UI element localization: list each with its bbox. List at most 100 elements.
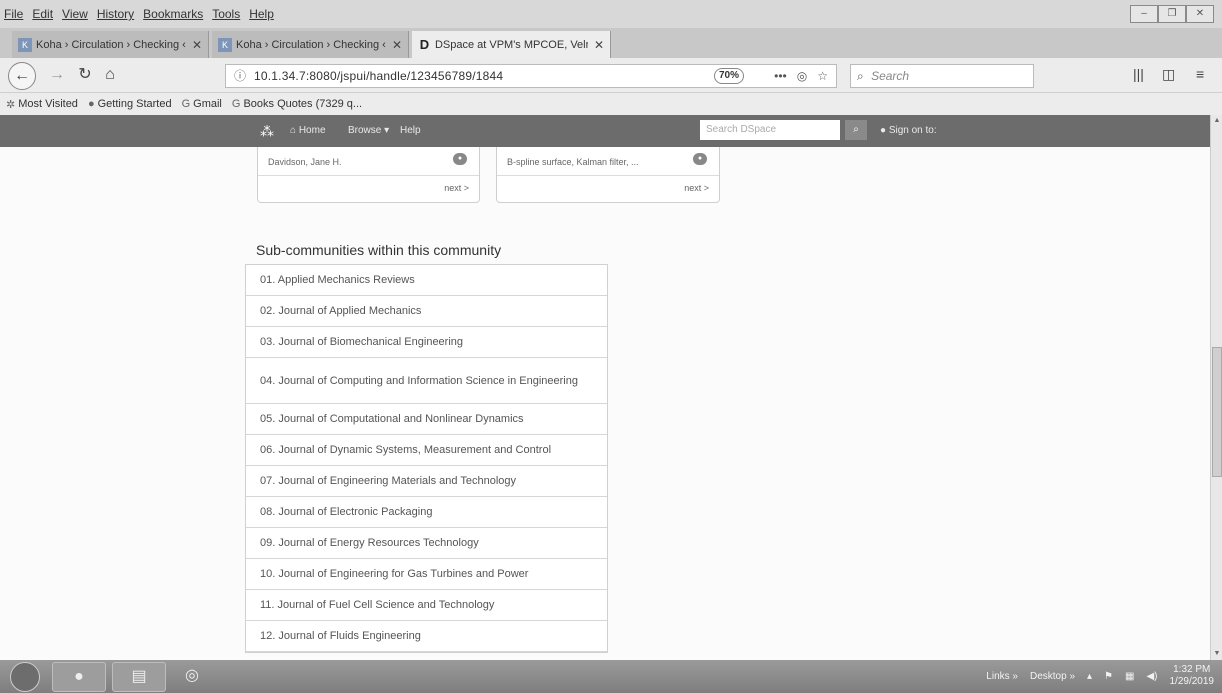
- tab-koha-1[interactable]: K Koha › Circulation › Checking ‹ ✕: [12, 31, 209, 58]
- subcommunity-item[interactable]: 04. Journal of Computing and Information…: [246, 358, 607, 404]
- browser-search-input[interactable]: ⌕ Search: [850, 64, 1034, 88]
- subject-card: B-spline surface, Kalman filter, ... ● n…: [496, 147, 720, 203]
- bookmark-label: Books Quotes (7329 q...: [243, 98, 363, 110]
- menu-help[interactable]: Help: [249, 7, 274, 21]
- subject-name[interactable]: B-spline surface, Kalman filter, ...: [507, 157, 639, 167]
- desktop-label: Desktop: [1029, 670, 1067, 682]
- menu-view[interactable]: View: [62, 7, 88, 21]
- tab-koha-2[interactable]: K Koha › Circulation › Checking ‹ ✕: [212, 31, 409, 58]
- page-actions-icon[interactable]: •••: [774, 65, 787, 87]
- minimize-button[interactable]: –: [1130, 5, 1158, 23]
- back-icon[interactable]: ←: [8, 62, 36, 90]
- list-item[interactable]: B-spline surface, Kalman filter, ... ●: [497, 147, 719, 176]
- koha-icon: K: [218, 37, 232, 52]
- subcommunity-item[interactable]: 03. Journal of Biomechanical Engineering: [246, 327, 607, 358]
- firefox-taskbar-button[interactable]: ●: [52, 662, 106, 692]
- scroll-down-icon[interactable]: ▼: [1211, 648, 1222, 660]
- url-text[interactable]: 10.1.34.7:8080/jspui/handle/123456789/18…: [254, 65, 503, 87]
- menu-bookmarks[interactable]: Bookmarks: [143, 7, 203, 21]
- page-content: Davidson, Jane H. ● next > B-spline surf…: [0, 147, 1210, 660]
- bookmark-most-visited[interactable]: ✲ Most Visited: [6, 98, 78, 111]
- chevron-right-icon: »: [1012, 670, 1018, 682]
- dspace-icon: D: [419, 36, 430, 52]
- bookmark-getting-started[interactable]: ● Getting Started: [88, 98, 172, 110]
- subcommunity-item[interactable]: 11. Journal of Fuel Cell Science and Tec…: [246, 590, 607, 621]
- volume-icon[interactable]: ◀): [1146, 671, 1157, 682]
- desktop-toolbar[interactable]: Desktop »: [1030, 671, 1075, 682]
- gear-icon: ✲: [6, 98, 16, 111]
- user-icon: ●: [880, 125, 887, 136]
- search-placeholder: Search: [871, 69, 910, 83]
- dspace-search-input[interactable]: Search DSpace: [700, 120, 840, 140]
- firefox-icon: ●: [87, 98, 95, 110]
- scroll-thumb[interactable]: [1212, 347, 1222, 477]
- menu-history[interactable]: History: [97, 7, 134, 21]
- address-bar[interactable]: ⓘ 10.1.34.7:8080/jspui/handle/123456789/…: [225, 64, 837, 88]
- subcommunity-item[interactable]: 08. Journal of Electronic Packaging: [246, 497, 607, 528]
- links-toolbar[interactable]: Links »: [986, 671, 1018, 682]
- start-button[interactable]: [10, 662, 40, 692]
- count-badge: ●: [693, 153, 707, 165]
- nav-home[interactable]: ⌂ Home: [290, 125, 326, 136]
- subcommunity-item[interactable]: 01. Applied Mechanics Reviews: [246, 265, 607, 296]
- subcommunity-item[interactable]: 10. Journal of Engineering for Gas Turbi…: [246, 559, 607, 590]
- library-icon[interactable]: |||: [1133, 66, 1144, 82]
- close-icon[interactable]: ✕: [386, 38, 408, 52]
- subcommunity-item[interactable]: 09. Journal of Energy Resources Technolo…: [246, 528, 607, 559]
- vertical-scrollbar[interactable]: ▲ ▼: [1210, 115, 1222, 660]
- next-link[interactable]: next >: [444, 183, 469, 193]
- nav-help[interactable]: Help: [400, 125, 421, 136]
- pocket-icon[interactable]: ◎: [797, 65, 807, 87]
- chevron-right-icon: »: [1069, 670, 1076, 682]
- author-name[interactable]: Davidson, Jane H.: [268, 157, 342, 167]
- next-link[interactable]: next >: [684, 183, 709, 193]
- count-badge: ●: [453, 153, 467, 165]
- subcommunity-item[interactable]: 07. Journal of Engineering Materials and…: [246, 466, 607, 497]
- maximize-button[interactable]: ❐: [1158, 5, 1186, 23]
- close-icon[interactable]: ✕: [186, 38, 208, 52]
- tray-expand-icon[interactable]: ▴: [1087, 671, 1092, 682]
- explorer-taskbar-button[interactable]: ▤: [112, 662, 166, 692]
- clock-time: 1:32 PM: [1173, 664, 1211, 675]
- browser-taskbar-icon[interactable]: ◎: [172, 662, 212, 690]
- bookmarks-toolbar: ✲ Most Visited ● Getting Started G Gmail…: [0, 93, 1222, 115]
- sign-on-label: Sign on to:: [888, 125, 937, 136]
- koha-icon: K: [18, 37, 32, 52]
- dspace-logo[interactable]: ⁂: [260, 123, 274, 140]
- info-icon[interactable]: ⓘ: [234, 65, 246, 87]
- menu-tools[interactable]: Tools: [212, 7, 240, 21]
- network-icon[interactable]: ▦: [1125, 671, 1134, 682]
- forward-icon[interactable]: →: [48, 64, 66, 86]
- search-icon[interactable]: ⌕: [845, 120, 867, 140]
- subcommunity-item[interactable]: 12. Journal of Fluids Engineering: [246, 621, 607, 652]
- reload-icon[interactable]: ↻: [76, 64, 94, 86]
- zoom-indicator[interactable]: 70%: [714, 68, 745, 84]
- subcommunity-item[interactable]: 06. Journal of Dynamic Systems, Measurem…: [246, 435, 607, 466]
- bookmark-star-icon[interactable]: ☆: [817, 65, 828, 87]
- list-item[interactable]: Davidson, Jane H. ●: [258, 147, 479, 176]
- hamburger-menu-icon[interactable]: ≡: [1196, 66, 1204, 82]
- sidebar-icon[interactable]: ◫: [1162, 66, 1175, 83]
- subcommunity-item[interactable]: 05. Journal of Computational and Nonline…: [246, 404, 607, 435]
- scroll-up-icon[interactable]: ▲: [1211, 115, 1222, 127]
- tab-dspace[interactable]: D DSpace at VPM's MPCOE, Velr… ✕: [412, 31, 611, 58]
- links-label: Links: [986, 670, 1010, 682]
- search-icon: ⌕: [857, 69, 864, 83]
- bookmark-label: Getting Started: [97, 98, 172, 110]
- home-icon[interactable]: ⌂: [100, 64, 120, 86]
- nav-browse[interactable]: Browse ▾: [348, 125, 389, 136]
- sign-on-menu[interactable]: ● Sign on to:: [880, 125, 937, 136]
- subcommunity-item[interactable]: 02. Journal of Applied Mechanics: [246, 296, 607, 327]
- bookmark-books-quotes[interactable]: G Books Quotes (7329 q...: [232, 98, 362, 110]
- bookmark-gmail[interactable]: G Gmail: [182, 98, 222, 110]
- menu-file[interactable]: File: [4, 7, 23, 21]
- google-icon: G: [181, 98, 191, 110]
- flag-icon[interactable]: ⚑: [1104, 671, 1113, 682]
- menu-edit[interactable]: Edit: [32, 7, 53, 21]
- subcommunities-heading: Sub-communities within this community: [256, 242, 502, 258]
- clock[interactable]: 1:32 PM 1/29/2019: [1170, 664, 1215, 688]
- close-icon[interactable]: ✕: [588, 38, 610, 52]
- tab-strip: K Koha › Circulation › Checking ‹ ✕ K Ko…: [0, 28, 1222, 75]
- close-window-button[interactable]: ✕: [1186, 5, 1214, 23]
- bookmark-label: Gmail: [193, 98, 222, 110]
